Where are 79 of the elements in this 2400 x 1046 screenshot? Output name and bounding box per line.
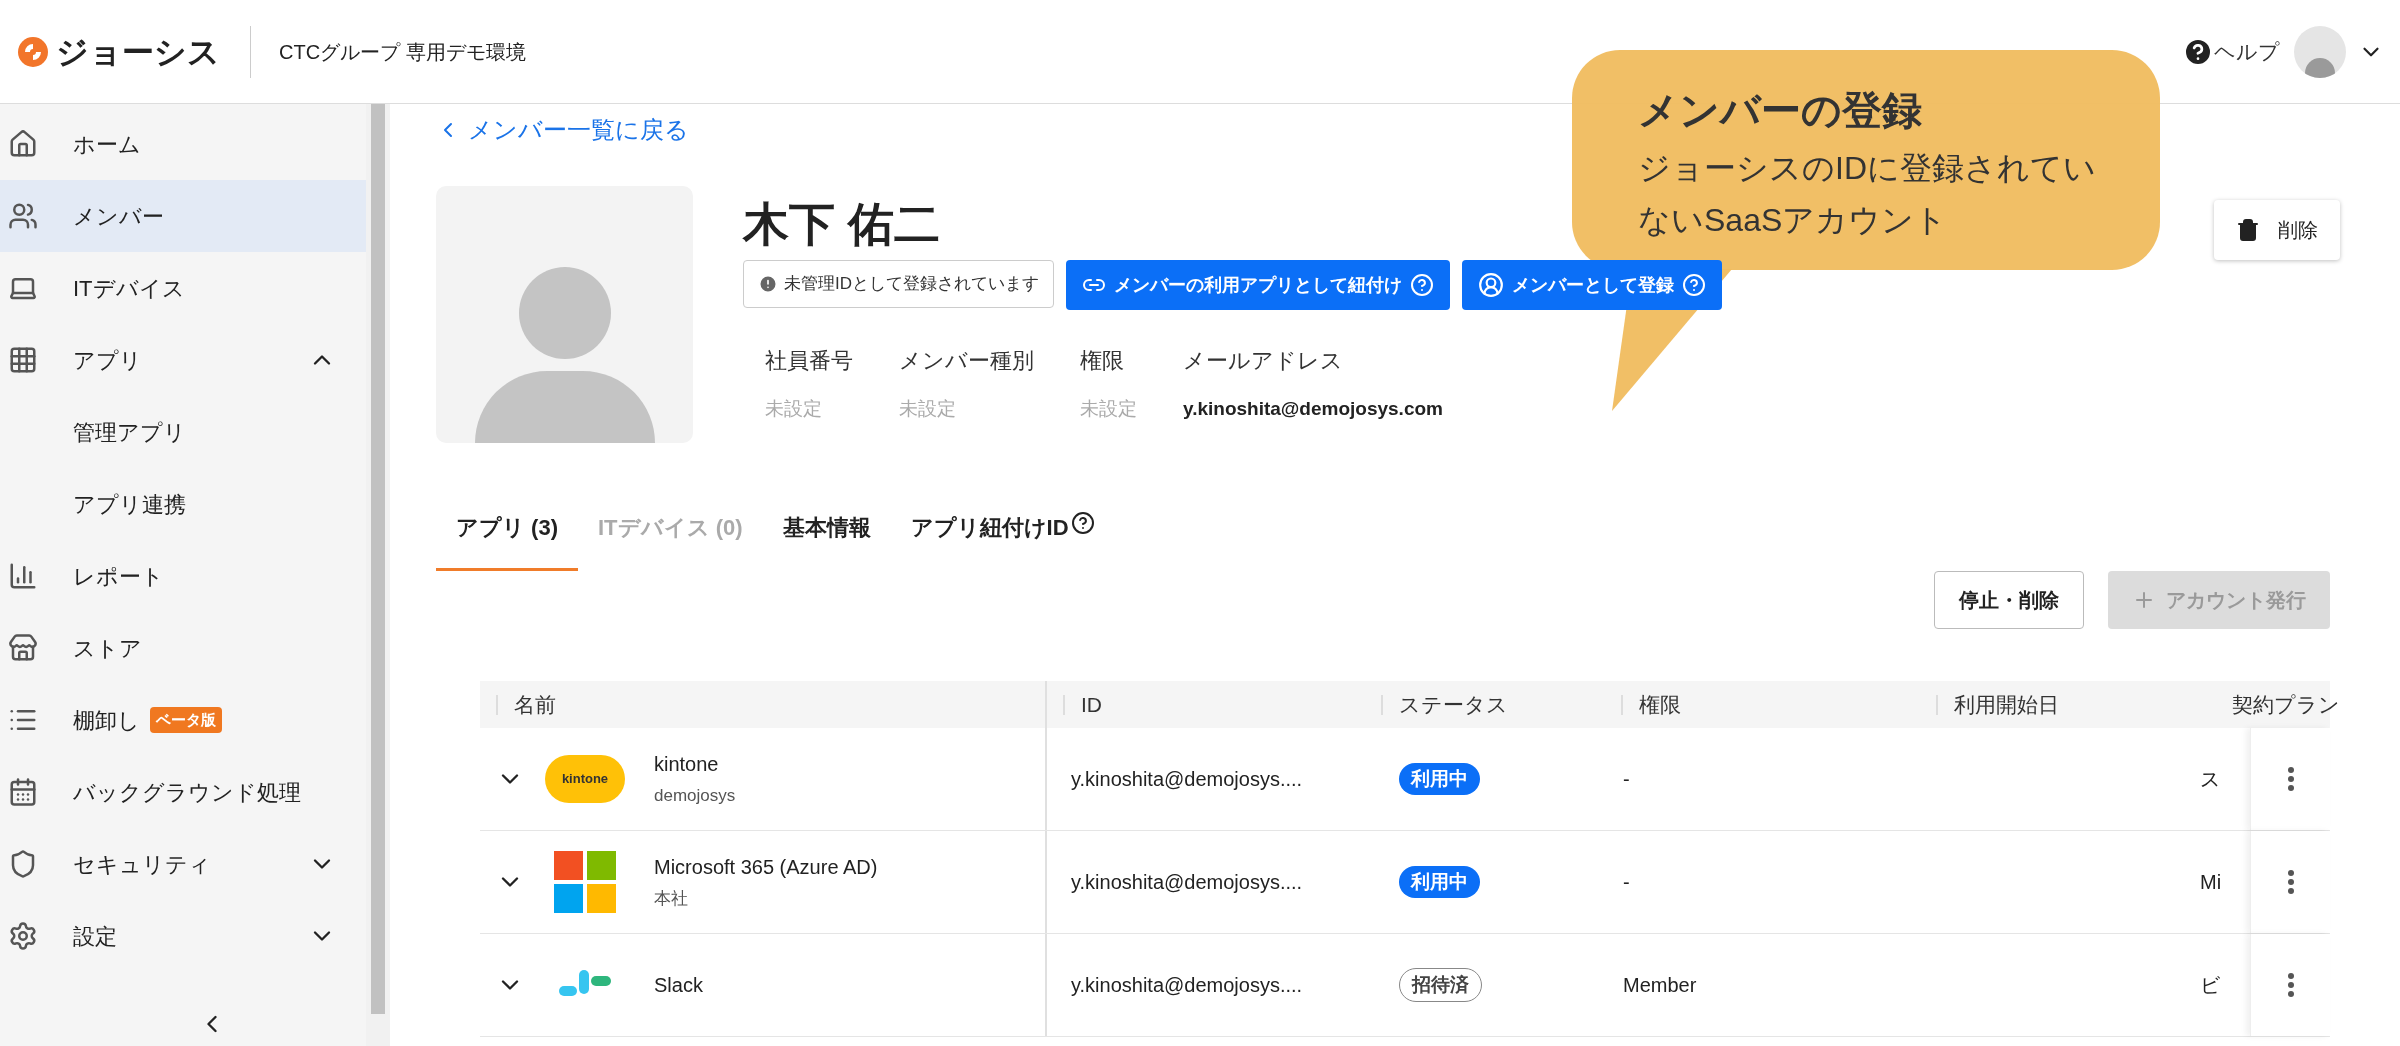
app-name: kintone [654,752,720,778]
callout-title: メンバーの登録 [1638,87,1923,134]
kintone-logo: kintone [545,755,625,803]
app-name: Microsoft 365 (Azure AD) [654,855,878,881]
help-button[interactable]: ヘルプ [2182,35,2280,68]
more-icon[interactable] [2287,870,2294,894]
account-id: y.kinoshita@demojosys.... [1071,870,1303,895]
suspend-delete-button[interactable]: 停止・削除 [1934,571,2084,629]
grid-icon [8,345,38,375]
field-label: メールアドレス [1183,347,1344,375]
four-squares-logo [554,851,616,913]
status-pill: 利用中 [1399,762,1480,796]
organization-name: CTCグループ 専用デモ環境 [279,39,526,65]
user-icon [1478,272,1504,298]
home-icon [8,129,38,159]
role-cell-text: Member [1622,973,1698,998]
role-cell-text: - [1622,870,1631,895]
account-id: y.kinoshita@demojosys.... [1071,767,1303,792]
sidebar-item[interactable]: バックグラウンド処理 [0,756,366,828]
logo-icon [16,34,50,69]
settings-icon [8,921,38,951]
column-header: 契約プラン [2232,691,2340,718]
member-name: 木下 佑二 [743,197,940,252]
back-link[interactable]: メンバー一覧に戻る [436,112,689,148]
tab[interactable]: アプリ紐付けID [890,511,1115,571]
sidebar-item[interactable]: ホーム [0,108,366,180]
plan-cell-text: ス [2200,767,2221,792]
help-icon [1682,273,1706,297]
app-name: Slack [654,973,703,998]
sidebar-item[interactable]: 棚卸し ベータ版 [0,684,366,756]
field-label: 権限 [1080,347,1125,375]
delete-button[interactable]: 削除 [2214,200,2340,260]
tab[interactable]: 基本情報 [762,511,891,571]
beta-badge: ベータ版 [150,706,222,734]
column-header: ID [1081,691,1102,718]
sidebar-item[interactable]: ITデバイス [0,252,366,324]
tab[interactable]: アプリ (3) [436,511,578,571]
sidebar-item[interactable]: セキュリティ [0,828,366,900]
column-header: ステータス [1399,691,1508,718]
status-badge: 未管理IDとして登録されています [743,260,1054,308]
more-icon[interactable] [2287,973,2294,997]
role-cell-text: - [1622,767,1631,792]
column-header: 権限 [1639,691,1681,718]
more-icon[interactable] [2287,767,2294,791]
link-app-button[interactable]: メンバーの利用アプリとして紐付け [1066,260,1450,310]
register-member-button[interactable]: メンバーとして登録 [1462,260,1722,310]
chart-icon [8,561,38,591]
field-value: 未設定 [899,397,957,421]
callout-text: ジョーシスのIDに登録されていないSaaSアカウント [1638,149,2097,240]
sidebar-item[interactable]: 設定 [0,900,366,972]
people-icon [8,201,38,231]
tenant-name: 本社 [654,888,689,911]
alert-icon [758,274,778,294]
column-header: 利用開始日 [1954,691,2059,718]
plan-cell-text: Mi [2200,870,2223,895]
sidebar-item[interactable]: レポート [0,540,366,612]
account-id: y.kinoshita@demojosys.... [1071,973,1303,998]
status-pill: 招待済 [1399,967,1482,1003]
field-value: y.kinoshita@demojosys.com [1183,397,1443,421]
help-icon [1070,511,1095,535]
field-value: 未設定 [1080,397,1137,421]
sidebar-item[interactable]: ストア [0,612,366,684]
field-label: メンバー種別 [899,347,1034,375]
sidebar-subitem[interactable]: アプリ連携 [0,468,366,540]
calendar-icon [8,777,38,807]
sidebar-subitem[interactable]: 管理アプリ [0,396,366,468]
plan-cell-text: ビ [2200,973,2221,998]
store-icon [8,633,38,663]
sidebar-item[interactable]: アプリ [0,324,366,396]
status-pill: 利用中 [1399,865,1480,899]
user-avatar[interactable] [2294,25,2346,78]
tenant-name: demojosys [654,785,736,808]
logo-text: ジョーシス [56,32,220,72]
field-label: 社員番号 [765,347,853,375]
field-value: 未設定 [765,397,823,421]
help-icon [1410,273,1434,297]
column-header: 名前 [514,691,556,718]
trash-icon [2236,218,2260,242]
sidebar-item[interactable]: メンバー [0,180,366,252]
